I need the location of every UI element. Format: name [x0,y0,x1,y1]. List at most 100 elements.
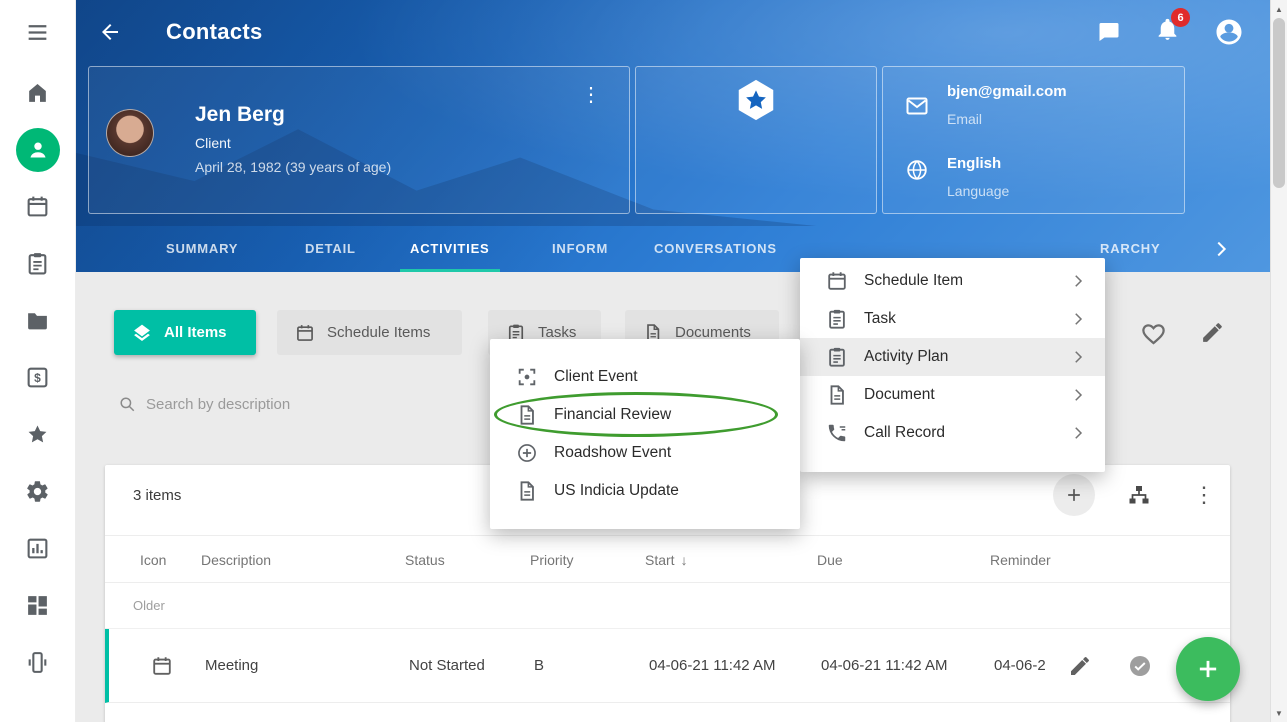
submenu-item-us-indicia-update[interactable]: US Indicia Update [490,472,800,510]
layers-icon [132,323,152,343]
menu-item-schedule-item[interactable]: Schedule Item [800,262,1105,300]
row-edit-pencil-icon[interactable] [1068,654,1092,678]
tab-summary[interactable]: SUMMARY [166,226,238,272]
table-row[interactable]: Meeting Not Started B 04-06-21 11:42 AM … [105,629,1230,703]
filter-schedule-items-label: Schedule Items [327,324,430,341]
email-icon [905,94,929,118]
sidebar-item-favorites[interactable] [0,406,76,463]
col-priority[interactable]: Priority [530,536,574,584]
submenu-item-roadshow-event[interactable]: Roadshow Event [490,434,800,472]
col-start[interactable]: Start↓ [645,536,688,584]
chat-icon[interactable] [1097,20,1121,44]
sidebar-item-tasks[interactable] [0,235,76,292]
dashboard-icon [25,593,50,618]
contact-name: Jen Berg [195,103,285,127]
card-menu-icon[interactable]: ⋮ [581,85,601,105]
sidebar-item-documents[interactable] [0,292,76,349]
search-input[interactable] [146,396,466,413]
row-description: Meeting [205,629,258,703]
page-scrollbar[interactable]: ▲ ▼ [1270,0,1287,722]
sidebar-item-home[interactable] [0,64,76,121]
document-icon [516,480,538,502]
contact-role: Client [195,135,231,151]
page-title: Contacts [166,19,263,45]
sidebar-item-settings[interactable] [0,463,76,520]
tabs-chevron-right-icon[interactable] [1210,238,1232,260]
scrollbar-up-icon[interactable]: ▲ [1271,1,1287,17]
contact-header: Contacts 6 Jen Berg Cl [76,0,1270,272]
gear-icon [25,479,50,504]
add-item-button[interactable] [1053,474,1095,516]
star-badge-icon[interactable] [733,77,779,123]
sidebar-item-mobile[interactable] [0,634,76,691]
row-status: Not Started [409,629,485,703]
account-icon[interactable] [1214,17,1244,47]
top-bar: Contacts 6 [76,0,1270,64]
menu-item-task[interactable]: Task [800,300,1105,338]
tab-inform[interactable]: INFORM [552,226,608,272]
filter-all-items-button[interactable]: All Items [114,310,256,355]
col-due[interactable]: Due [817,536,843,584]
top-actions: 6 [1097,0,1244,64]
col-status[interactable]: Status [405,536,445,584]
contacts-active-indicator [16,128,60,172]
filter-schedule-items-button[interactable]: Schedule Items [277,310,462,355]
tab-hierarchy-partial[interactable]: RARCHY [1100,226,1160,272]
scrollbar-down-icon[interactable]: ▼ [1271,705,1287,721]
menu-item-document[interactable]: Document [800,376,1105,414]
favorite-heart-icon[interactable] [1140,320,1167,347]
clipboard-icon [826,308,848,330]
chevron-right-icon [1069,272,1087,290]
sidebar-item-calendar[interactable] [0,178,76,235]
calendar-icon [151,655,173,677]
submenu-item-client-event[interactable]: Client Event [490,358,800,396]
tab-activities[interactable]: ACTIVITIES [410,226,490,272]
contact-badge-card [635,66,877,214]
sidebar-item-reports[interactable] [0,520,76,577]
row-complete-check-icon[interactable] [1128,654,1152,678]
sidebar-item-dashboard[interactable] [0,577,76,634]
phone-vibrate-icon [25,650,50,675]
fab-add-button[interactable] [1176,637,1240,701]
col-reminder[interactable]: Reminder [990,536,1051,584]
contact-avatar[interactable] [106,109,154,157]
chevron-right-icon [1069,386,1087,404]
search-bar [118,390,498,418]
row-due: 04-06-21 11:42 AM [821,629,947,703]
row-priority: B [534,629,544,703]
chevron-right-icon [1069,424,1087,442]
star-icon [25,422,50,447]
contact-language-label: Language [947,183,1009,199]
back-arrow-icon[interactable] [98,20,122,44]
notifications-button[interactable]: 6 [1155,17,1180,47]
tab-conversations[interactable]: CONVERSATIONS [654,226,777,272]
app-screen: $ [0,0,1287,722]
clipboard-icon [826,346,848,368]
sidebar-menu-button[interactable] [0,0,76,64]
hierarchy-view-icon[interactable] [1127,483,1151,507]
menu-item-label: Call Record [864,414,945,452]
tab-detail[interactable]: DETAIL [305,226,356,272]
menu-item-activity-plan[interactable]: Activity Plan [800,338,1105,376]
home-icon [25,80,50,105]
contact-details-card: bjen@gmail.com Email English Language [882,66,1185,214]
menu-item-call-record[interactable]: Call Record [800,414,1105,452]
sidebar-item-billing[interactable]: $ [0,349,76,406]
group-row-older[interactable]: Older [105,583,1230,629]
calendar-icon [826,270,848,292]
activity-plan-submenu: Client Event Financial Review Roadshow E… [490,339,800,529]
create-activity-menu: Schedule Item Task Activity Plan [800,258,1105,472]
contact-email-label: Email [947,111,982,127]
sort-desc-icon: ↓ [681,552,688,568]
scrollbar-thumb[interactable] [1273,18,1285,188]
items-count-label: 3 items [133,487,181,504]
sidebar-item-contacts[interactable] [0,121,76,178]
table-menu-icon[interactable]: ⋮ [1193,482,1215,508]
submenu-item-financial-review[interactable]: Financial Review [490,396,800,434]
search-icon [118,395,136,413]
edit-pencil-icon[interactable] [1200,320,1225,345]
bar-chart-icon [25,536,50,561]
col-description[interactable]: Description [201,536,271,584]
col-icon: Icon [140,536,166,584]
folder-icon [25,308,50,333]
